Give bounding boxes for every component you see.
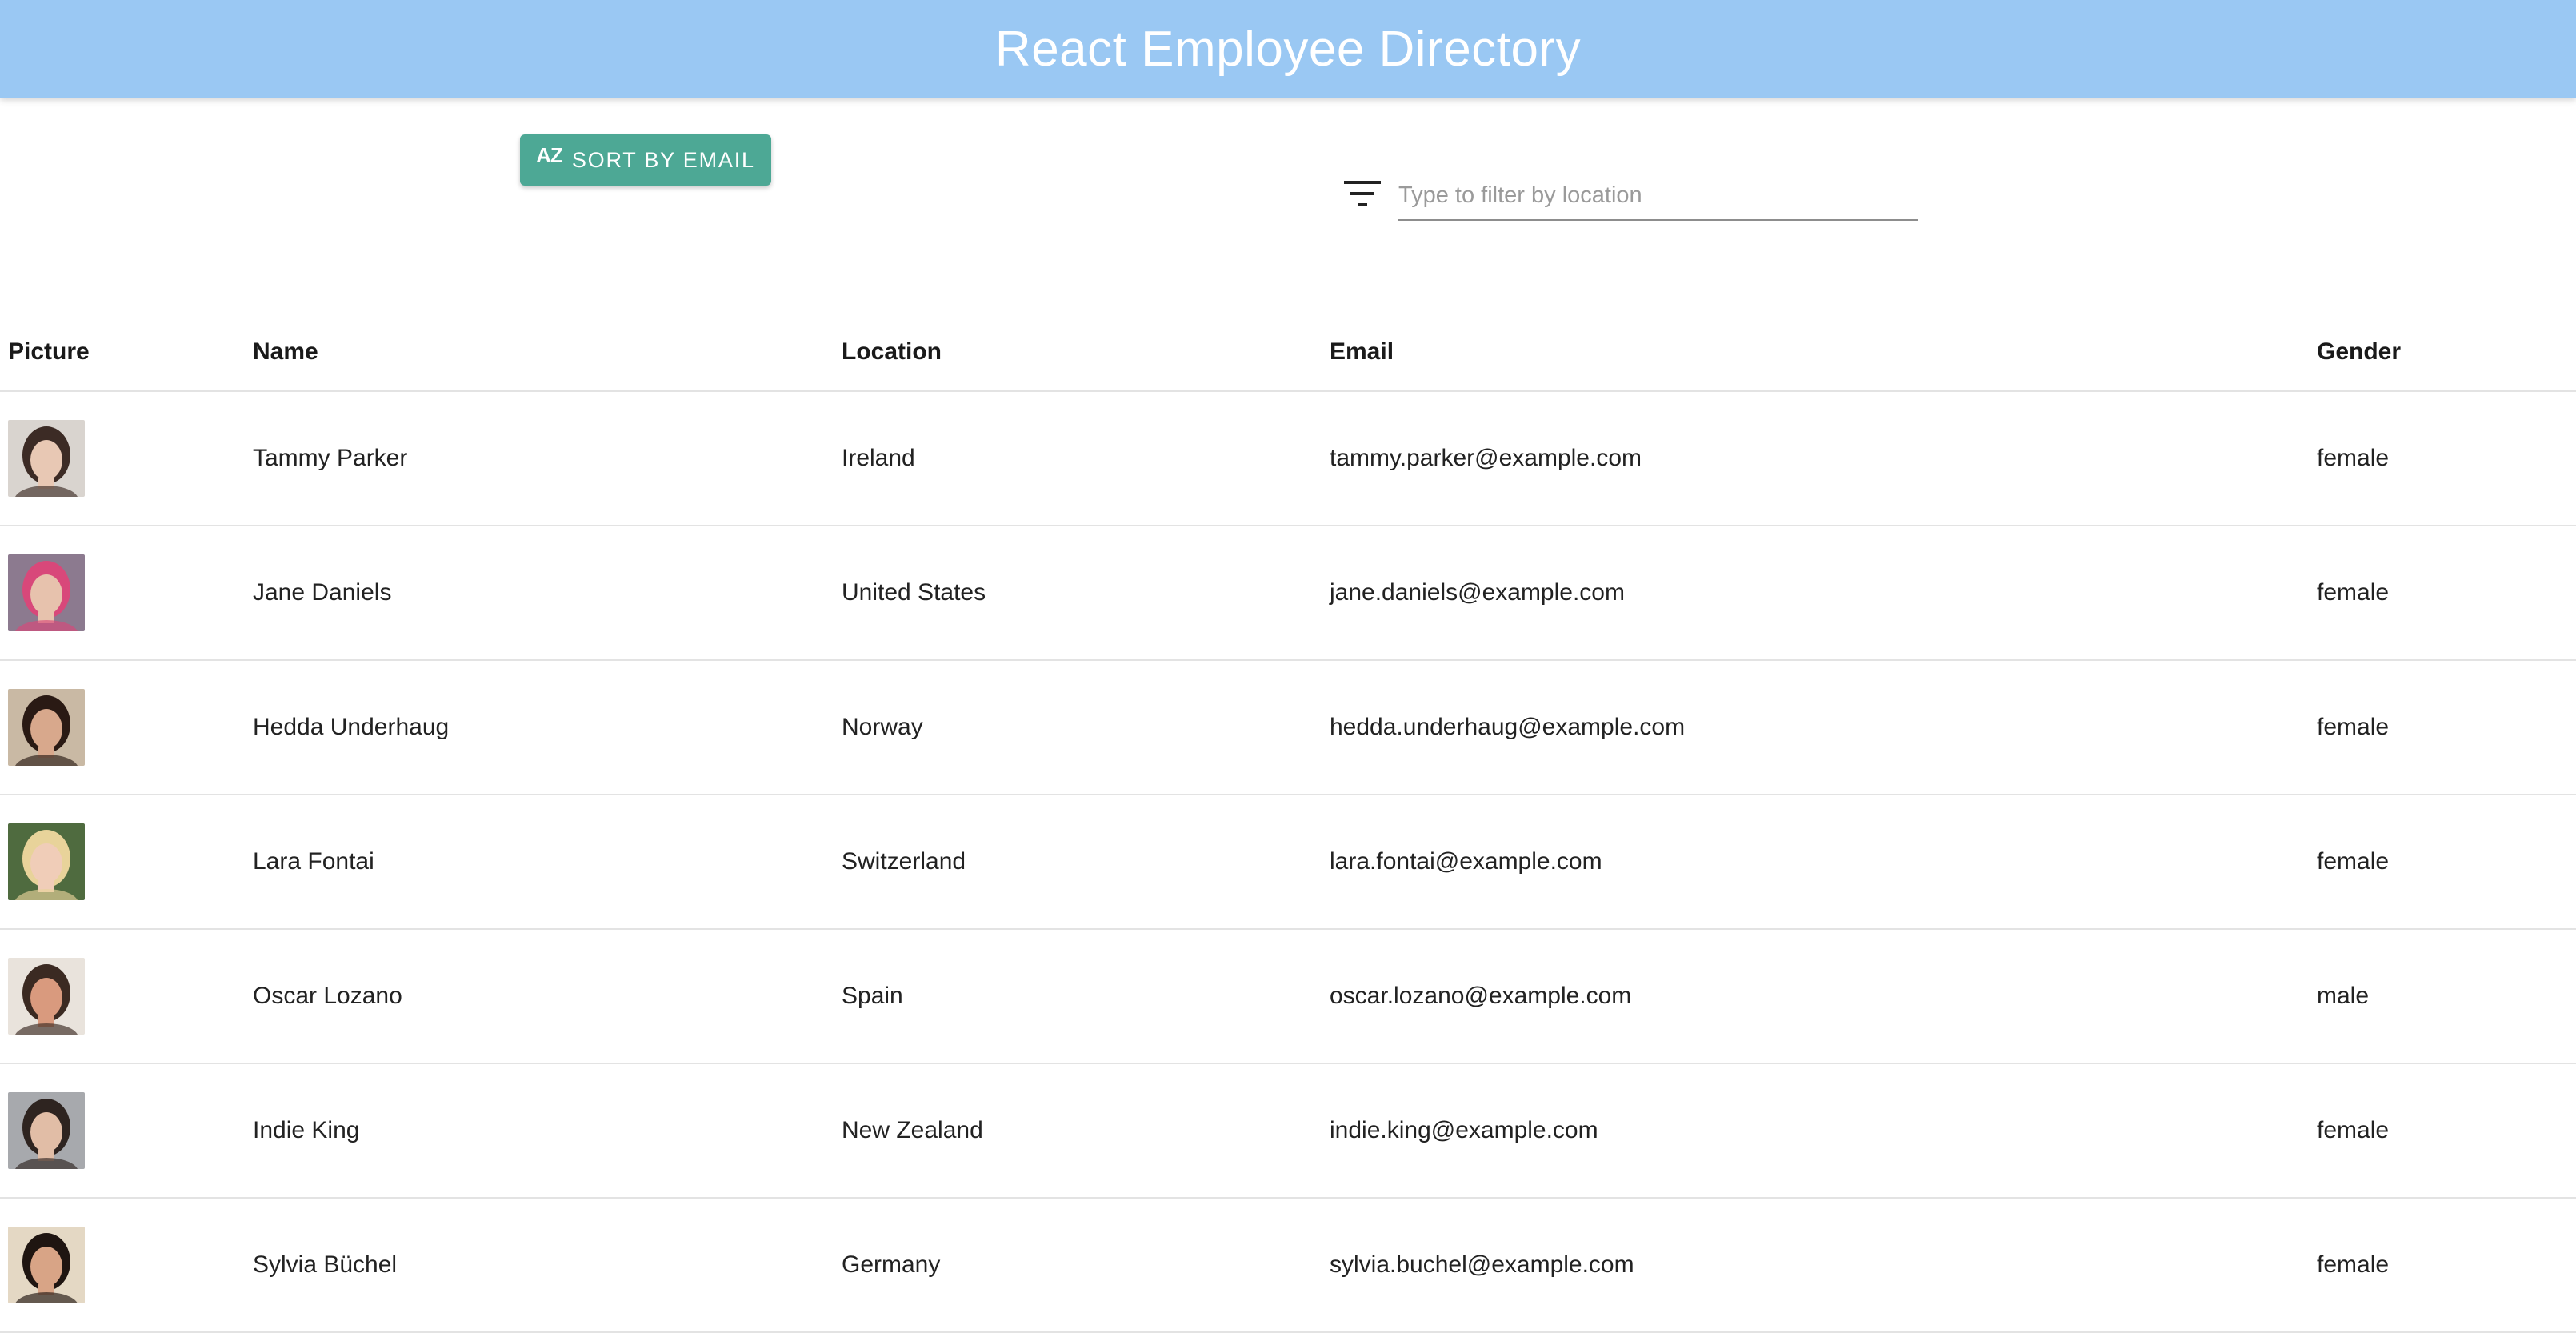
picture-cell bbox=[0, 526, 253, 661]
location-cell: United States bbox=[842, 526, 1330, 661]
location-cell: Switzerland bbox=[842, 795, 1330, 930]
location-cell: Spain bbox=[842, 929, 1330, 1064]
avatar bbox=[8, 1227, 85, 1303]
table-row[interactable]: Jane Daniels United States jane.daniels@ex… bbox=[0, 526, 2576, 661]
column-header-picture[interactable]: Picture bbox=[0, 314, 253, 392]
avatar bbox=[8, 958, 85, 1035]
table-row[interactable]: Sylvia Büchel Germany sylvia.buchel@exampl… bbox=[0, 1198, 2576, 1333]
name-cell: Lara Fontai bbox=[253, 795, 842, 930]
gender-cell: female bbox=[2317, 391, 2576, 526]
avatar bbox=[8, 823, 85, 900]
email-cell: sylvia.buchel@example.com bbox=[1330, 1198, 2317, 1333]
name-cell: Sylvia Büchel bbox=[253, 1198, 842, 1333]
table-row[interactable]: Lara Fontai Switzerland lara.fontai@exampl… bbox=[0, 795, 2576, 930]
email-cell: lara.fontai@example.com bbox=[1330, 795, 2317, 930]
gender-cell: male bbox=[2317, 929, 2576, 1064]
table-body: Tammy Parker Ireland tammy.parker@example.… bbox=[0, 391, 2576, 1333]
avatar bbox=[8, 689, 85, 766]
location-filter-input[interactable] bbox=[1398, 171, 1918, 221]
gender-cell: female bbox=[2317, 526, 2576, 661]
name-cell: Jane Daniels bbox=[253, 526, 842, 661]
filter-list-icon bbox=[1344, 181, 1381, 206]
column-header-email[interactable]: Email bbox=[1330, 314, 2317, 392]
gender-cell: female bbox=[2317, 1198, 2576, 1333]
email-cell: hedda.underhaug@example.com bbox=[1330, 660, 2317, 795]
gender-cell: female bbox=[2317, 1063, 2576, 1199]
name-cell: Tammy Parker bbox=[253, 391, 842, 526]
picture-cell bbox=[0, 1198, 253, 1333]
avatar bbox=[8, 554, 85, 631]
name-cell: Hedda Underhaug bbox=[253, 660, 842, 795]
location-cell: Ireland bbox=[842, 391, 1330, 526]
avatar bbox=[8, 420, 85, 497]
email-cell: oscar.lozano@example.com bbox=[1330, 929, 2317, 1064]
gender-cell: female bbox=[2317, 660, 2576, 795]
app-header: React Employee Directory bbox=[0, 0, 2576, 98]
column-header-location[interactable]: Location bbox=[842, 314, 1330, 392]
employee-table: Picture Name Location Email Gender Tammy… bbox=[0, 314, 2576, 1333]
picture-cell bbox=[0, 391, 253, 526]
picture-cell bbox=[0, 795, 253, 930]
name-cell: Indie King bbox=[253, 1063, 842, 1199]
email-cell: tammy.parker@example.com bbox=[1330, 391, 2317, 526]
column-header-name[interactable]: Name bbox=[253, 314, 842, 392]
column-header-gender[interactable]: Gender bbox=[2317, 314, 2576, 392]
picture-cell bbox=[0, 929, 253, 1064]
table-header-row: Picture Name Location Email Gender bbox=[0, 314, 2576, 392]
gender-cell: female bbox=[2317, 795, 2576, 930]
location-cell: New Zealand bbox=[842, 1063, 1330, 1199]
avatar bbox=[8, 1092, 85, 1169]
table-row[interactable]: Oscar Lozano Spain oscar.lozano@example.co… bbox=[0, 929, 2576, 1064]
table-row[interactable]: Indie King New Zealand indie.king@example.… bbox=[0, 1063, 2576, 1199]
sort-button-label: SORT BY EMAIL bbox=[571, 147, 755, 172]
picture-cell bbox=[0, 1063, 253, 1199]
table-row[interactable]: Tammy Parker Ireland tammy.parker@example.… bbox=[0, 391, 2576, 526]
location-cell: Norway bbox=[842, 660, 1330, 795]
location-cell: Germany bbox=[842, 1198, 1330, 1333]
email-cell: indie.king@example.com bbox=[1330, 1063, 2317, 1199]
table-row[interactable]: Hedda Underhaug Norway hedda.underhaug@exa… bbox=[0, 660, 2576, 795]
page-title: React Employee Directory bbox=[994, 21, 1582, 77]
sort-by-email-button[interactable]: AZ SORT BY EMAIL bbox=[520, 134, 771, 186]
sort-alpha-icon: AZ bbox=[536, 142, 563, 167]
name-cell: Oscar Lozano bbox=[253, 929, 842, 1064]
email-cell: jane.daniels@example.com bbox=[1330, 526, 2317, 661]
picture-cell bbox=[0, 660, 253, 795]
